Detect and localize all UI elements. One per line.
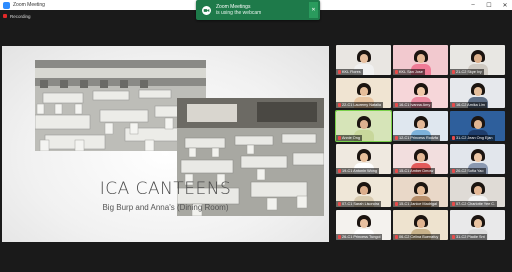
participant-name: KKL San Jose xyxy=(393,69,425,75)
participant-tile[interactable]: 31-C2 Pladie Snt xyxy=(450,210,505,240)
participant-tile[interactable]: 16-C2 Amika Lim xyxy=(450,78,505,108)
window-title: Zoom Meeting xyxy=(13,2,45,8)
notification-close-button[interactable]: ✕ xyxy=(309,2,318,18)
participant-name: KKL Flores xyxy=(336,69,363,75)
muted-mic-icon xyxy=(395,169,398,173)
participant-name: 06-C2 Celina Buenafuy xyxy=(393,234,441,240)
participant-tile[interactable]: Annie Ong xyxy=(335,110,392,142)
participant-tile[interactable]: 06-C2 Celina Buenafuy xyxy=(393,210,448,240)
maximize-button[interactable]: ☐ xyxy=(484,2,494,9)
participant-tile[interactable]: 07-C2 Charlotte Yee C. xyxy=(450,177,505,207)
recording-label: Recording xyxy=(10,13,31,19)
participant-tile[interactable]: 21-C2 Skye Ivy xyxy=(450,45,505,75)
participant-tile[interactable]: 19-C1 Antonin Wong xyxy=(336,144,391,174)
participant-tile[interactable]: 16-C1 Ivanna Amy xyxy=(393,78,448,108)
window-controls: – ☐ ✕ xyxy=(468,0,510,10)
muted-mic-icon xyxy=(395,103,398,107)
muted-mic-icon xyxy=(452,103,455,107)
notification-message: is using the webcam xyxy=(216,10,262,16)
recording-indicator[interactable]: Recording xyxy=(3,12,31,20)
participant-name: 07-C1 Sarah Lisondra xyxy=(336,201,382,207)
participant-tile[interactable]: 20-C2 Sofia Yao xyxy=(450,144,505,174)
muted-mic-icon xyxy=(338,235,341,239)
participant-name: 31-C2 Jean Ong Ejan xyxy=(450,135,495,141)
participant-tile[interactable]: 12-C1 Princess Rodzfa xyxy=(393,111,448,141)
participant-name: 26-C1 Princess Tungol xyxy=(336,234,383,240)
muted-mic-icon xyxy=(395,202,398,206)
participant-tile[interactable]: 15-C1 Janice Madrigal xyxy=(393,177,448,207)
muted-mic-icon xyxy=(338,103,341,107)
participant-tile[interactable]: 31-C2 Jean Ong Ejan xyxy=(450,111,505,141)
participant-tile[interactable]: 15-C1 Amber Dmow xyxy=(393,144,448,174)
participant-tile[interactable]: 07-C1 Sarah Lisondra xyxy=(336,177,391,207)
participant-name: Annie Ong xyxy=(336,135,362,141)
muted-mic-icon xyxy=(338,70,341,74)
recording-dot-icon xyxy=(3,14,7,18)
participant-name: 07-C2 Charlotte Yee C. xyxy=(450,201,498,207)
muted-mic-icon xyxy=(452,235,455,239)
participant-name: 19-C1 Antonin Wong xyxy=(336,168,379,174)
muted-mic-icon xyxy=(395,235,398,239)
participant-name: 15-C1 Amber Dmow xyxy=(393,168,436,174)
participant-name: 22-C1 Lauremy Natalia xyxy=(336,102,384,108)
slide-subtitle: Big Burp and Anna's (Dining Room) xyxy=(102,203,229,212)
muted-mic-icon xyxy=(452,136,455,140)
muted-mic-icon xyxy=(338,202,341,206)
muted-mic-icon xyxy=(395,70,398,74)
participant-name: 31-C2 Pladie Snt xyxy=(450,234,487,240)
participant-name: 20-C2 Sofia Yao xyxy=(450,168,486,174)
participant-tile[interactable]: 22-C1 Lauremy Natalia xyxy=(336,78,391,108)
participant-name: 21-C2 Skye Ivy xyxy=(450,69,484,75)
participant-name: 15-C1 Janice Madrigal xyxy=(393,201,439,207)
participant-tile[interactable]: 26-C1 Princess Tungol xyxy=(336,210,391,240)
camera-icon xyxy=(202,5,211,15)
minimize-button[interactable]: – xyxy=(468,2,478,8)
muted-mic-icon xyxy=(452,169,455,173)
participant-tile[interactable]: KKL Flores xyxy=(336,45,391,75)
muted-mic-icon xyxy=(395,136,398,140)
participant-name: 16-C2 Amika Lim xyxy=(450,102,487,108)
participant-tile[interactable]: KKL San Jose xyxy=(393,45,448,75)
shared-screen: ICA CANTEENS Big Burp and Anna's (Dining… xyxy=(2,46,329,242)
zoom-logo-icon xyxy=(3,1,10,9)
slide-title: ICA CANTEENS xyxy=(99,179,232,199)
muted-mic-icon xyxy=(452,202,455,206)
participant-gallery: KKL Flores KKL San Jose 21-C2 Skye Ivy 22-C… xyxy=(335,45,510,241)
muted-mic-icon xyxy=(338,136,341,140)
muted-mic-icon xyxy=(452,70,455,74)
zoom-window: Zoom Meeting – ☐ ✕ Recording Zoom Meetin… xyxy=(0,0,512,272)
participant-name: 12-C1 Princess Rodzfa xyxy=(393,135,441,141)
participant-name: 16-C1 Ivanna Amy xyxy=(393,102,433,108)
close-window-button[interactable]: ✕ xyxy=(500,2,510,9)
webcam-notification[interactable]: Zoom Meetings is using the webcam ✕ xyxy=(196,0,320,20)
muted-mic-icon xyxy=(338,169,341,173)
